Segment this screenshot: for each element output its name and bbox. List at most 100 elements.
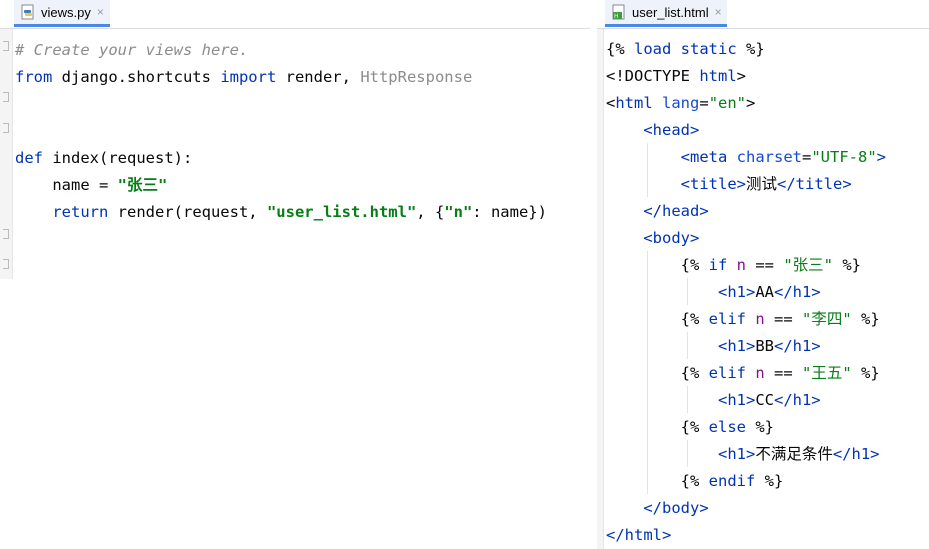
tag-name: </h1> <box>773 337 821 355</box>
template-keyword: if <box>708 256 728 274</box>
html-line-15: {% else %} <box>606 414 774 441</box>
template-delimiter: {% <box>606 472 709 490</box>
html-line-8: <body> <box>606 229 700 247</box>
template-keyword: elif <box>708 364 746 382</box>
template-delimiter: {% <box>606 256 709 274</box>
h1-text: BB <box>755 337 774 355</box>
fold-marker-icon[interactable] <box>3 259 9 269</box>
attribute-name: charset <box>736 148 802 166</box>
template-delimiter: {% <box>606 364 709 382</box>
string-literal: "王五" <box>801 364 852 382</box>
html-line-5: <meta charset="UTF-8"> <box>606 144 886 171</box>
code-line-2: from django.shortcuts import render, Htt… <box>15 64 472 91</box>
tag-name: meta <box>690 148 737 166</box>
code-line-1: # Create your views here. <box>15 37 248 64</box>
html-line-12: <h1>BB</h1> <box>606 333 821 360</box>
call-expression: render(request, <box>108 203 267 221</box>
html-line-17: {% endif %} <box>606 468 784 495</box>
tag-name: </title> <box>777 175 852 193</box>
html-line-11: {% elif n == "李四" %} <box>606 306 880 333</box>
fold-marker-icon[interactable] <box>3 92 9 102</box>
punctuation: > <box>876 148 887 166</box>
punctuation: > <box>736 67 746 85</box>
template-keyword: else <box>708 418 746 436</box>
user-list-html-editor[interactable]: H user_list.html × {% load static %} <!D… <box>597 0 929 549</box>
tag-name: </h1> <box>832 445 880 463</box>
punctuation: , { <box>416 203 445 221</box>
tag-name: <h1> <box>606 283 756 301</box>
html-line-1: {% load static %} <box>606 36 765 63</box>
template-keyword: load static <box>634 40 737 58</box>
template-delimiter: {% <box>606 40 634 58</box>
html-line-18: </body> <box>606 499 709 517</box>
attribute-value: "UTF-8" <box>811 148 877 166</box>
right-tab-bar: H user_list.html × <box>597 0 929 29</box>
tag-name: <h1> <box>606 445 756 463</box>
tag-name: <title> <box>606 175 746 193</box>
doctype: <!DOCTYPE <box>606 67 700 85</box>
operator: == <box>764 310 802 328</box>
template-delimiter: %} <box>736 40 765 58</box>
string-literal: "李四" <box>801 310 852 328</box>
tag-name: </h1> <box>773 283 821 301</box>
h1-text: 不满足条件 <box>755 445 833 463</box>
keyword: from <box>15 68 53 86</box>
html-line-16: <h1>不满足条件</h1> <box>606 441 880 468</box>
tab-user-list-html-label: user_list.html <box>632 4 709 20</box>
html-line-13: {% elif n == "王五" %} <box>606 360 880 387</box>
h1-text: CC <box>755 391 774 409</box>
string-literal: "n" <box>444 203 473 221</box>
unused-import: HttpResponse <box>360 68 473 86</box>
template-delimiter: %} <box>851 364 880 382</box>
string-literal: "张三" <box>117 176 168 194</box>
imported-name: render, <box>276 68 361 86</box>
tab-user-list-html[interactable]: H user_list.html × <box>605 0 727 27</box>
template-variable: n <box>727 256 746 274</box>
right-gutter <box>597 29 604 549</box>
html-line-4: <head> <box>606 121 700 139</box>
close-icon[interactable]: × <box>715 5 722 19</box>
template-delimiter: {% <box>606 418 709 436</box>
template-keyword: elif <box>708 310 746 328</box>
template-variable: n <box>745 364 765 382</box>
close-icon[interactable]: × <box>97 5 104 19</box>
attribute-name: lang <box>662 94 700 112</box>
views-py-editor[interactable]: views.py × # Create your views here. fro… <box>0 0 590 549</box>
tag-name: html <box>615 94 663 112</box>
operator: == <box>764 364 802 382</box>
fold-marker-icon[interactable] <box>3 229 9 239</box>
comment-text: # Create your views here. <box>15 41 249 59</box>
template-delimiter: {% <box>606 310 709 328</box>
fold-marker-icon[interactable] <box>3 41 9 51</box>
punctuation: = <box>699 94 709 112</box>
html-line-9: {% if n == "张三" %} <box>606 252 861 279</box>
left-tab-bar: views.py × <box>0 0 590 29</box>
html-line-7: </head> <box>606 202 709 220</box>
html-file-icon: H <box>611 4 627 20</box>
tab-views-py[interactable]: views.py × <box>14 0 110 27</box>
title-text: 测试 <box>745 175 777 193</box>
keyword: def <box>15 149 43 167</box>
keyword: import <box>220 68 277 86</box>
code-line-6: name = "张三" <box>15 172 167 199</box>
html-line-3: <html lang="en"> <box>606 90 755 117</box>
html-line-19: </html> <box>606 526 672 544</box>
tag-name: <h1> <box>606 391 756 409</box>
punctuation: : name}) <box>472 203 547 221</box>
punctuation: = <box>802 148 812 166</box>
module-name: django.shortcuts <box>52 68 221 86</box>
left-gutter <box>0 29 13 279</box>
h1-text: AA <box>755 283 774 301</box>
assignment: name = <box>15 176 118 194</box>
code-line-7: return render(request, "user_list.html",… <box>15 199 547 226</box>
tag-name: <h1> <box>606 337 756 355</box>
html-line-14: <h1>CC</h1> <box>606 387 821 414</box>
code-line-5: def index(request): <box>15 145 192 172</box>
punctuation: > <box>746 94 756 112</box>
template-delimiter: %} <box>851 310 880 328</box>
string-literal: "user_list.html" <box>266 203 417 221</box>
python-file-icon <box>20 4 36 20</box>
tab-views-py-label: views.py <box>41 4 91 20</box>
keyword: return <box>15 203 109 221</box>
fold-marker-icon[interactable] <box>3 123 9 133</box>
